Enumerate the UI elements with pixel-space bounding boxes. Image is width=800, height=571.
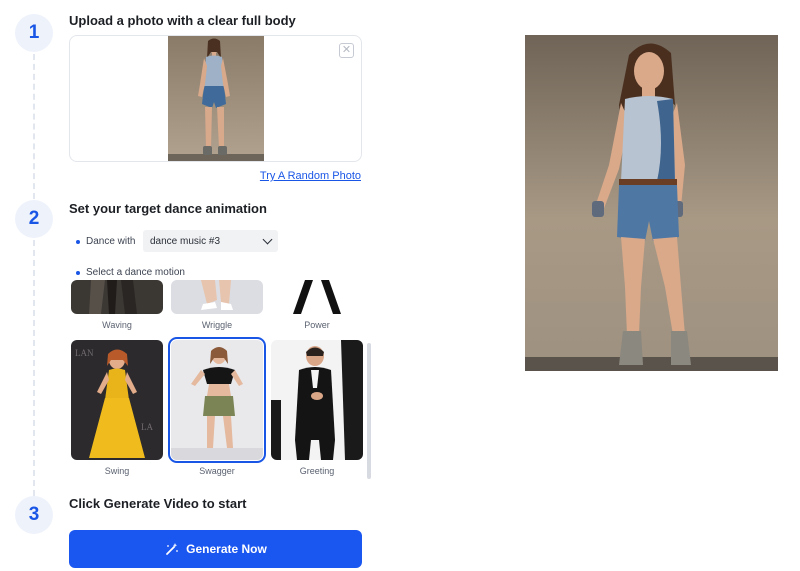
dance-music-value: dance music #3: [150, 235, 221, 247]
motion-label: Swagger: [199, 466, 235, 476]
select-motion-label: Select a dance motion: [86, 267, 185, 278]
step-2-title: Set your target dance animation: [69, 201, 267, 216]
step-1-title: Upload a photo with a clear full body: [69, 13, 296, 28]
select-motion-row: Select a dance motion: [76, 267, 185, 278]
step-3-number: 3: [15, 496, 53, 534]
step-connector: [33, 240, 35, 496]
step-1-number: 1: [15, 14, 53, 52]
close-icon[interactable]: ✕: [339, 43, 354, 58]
bullet-dot-icon: [76, 270, 80, 275]
magic-wand-icon: [164, 542, 179, 557]
motion-thumbnail: [168, 337, 266, 463]
photo-preview: [525, 35, 778, 371]
motion-thumbnail: [171, 280, 263, 314]
dance-with-label: Dance with: [86, 236, 136, 247]
generate-now-label: Generate Now: [186, 542, 267, 556]
motion-label: Greeting: [299, 466, 335, 476]
dance-music-select[interactable]: dance music #3: [143, 230, 278, 252]
motion-card-power[interactable]: Power: [271, 280, 363, 330]
generate-now-button[interactable]: Generate Now: [69, 530, 362, 568]
step-2-number: 2: [15, 200, 53, 238]
try-random-photo-link[interactable]: Try A Random Photo: [260, 170, 361, 182]
upload-dropzone[interactable]: ✕: [69, 35, 362, 162]
motion-label: Waving: [102, 320, 132, 330]
motion-thumbnail: [271, 280, 363, 314]
motion-thumbnail: [71, 280, 163, 314]
dance-with-row: Dance with: [76, 236, 135, 247]
motion-label: Swing: [104, 466, 130, 476]
motion-card-greeting[interactable]: Greeting: [271, 340, 363, 476]
motion-card-wriggle[interactable]: Wriggle: [171, 280, 263, 330]
motion-label: Wriggle: [201, 320, 233, 330]
motion-grid-scrollbar[interactable]: [367, 343, 371, 479]
motion-thumbnail: [271, 340, 363, 460]
motion-card-swagger[interactable]: Swagger: [168, 337, 266, 476]
motion-card-waving[interactable]: Waving: [71, 280, 163, 330]
svg-text:LA: LA: [141, 422, 153, 432]
motion-card-swing[interactable]: LAN LA Swing: [71, 340, 163, 476]
step-connector: [33, 54, 35, 199]
svg-text:LAN: LAN: [75, 348, 94, 358]
chevron-down-icon: [262, 234, 273, 244]
step-3-title: Click Generate Video to start: [69, 496, 247, 511]
motion-thumbnail: LAN LA: [71, 340, 163, 460]
dance-motion-grid[interactable]: Waving Wriggle Power LAN LA Swing Swagge…: [69, 280, 369, 480]
motion-label: Power: [304, 320, 330, 330]
bullet-dot-icon: [76, 239, 80, 244]
uploaded-photo: [168, 36, 264, 161]
